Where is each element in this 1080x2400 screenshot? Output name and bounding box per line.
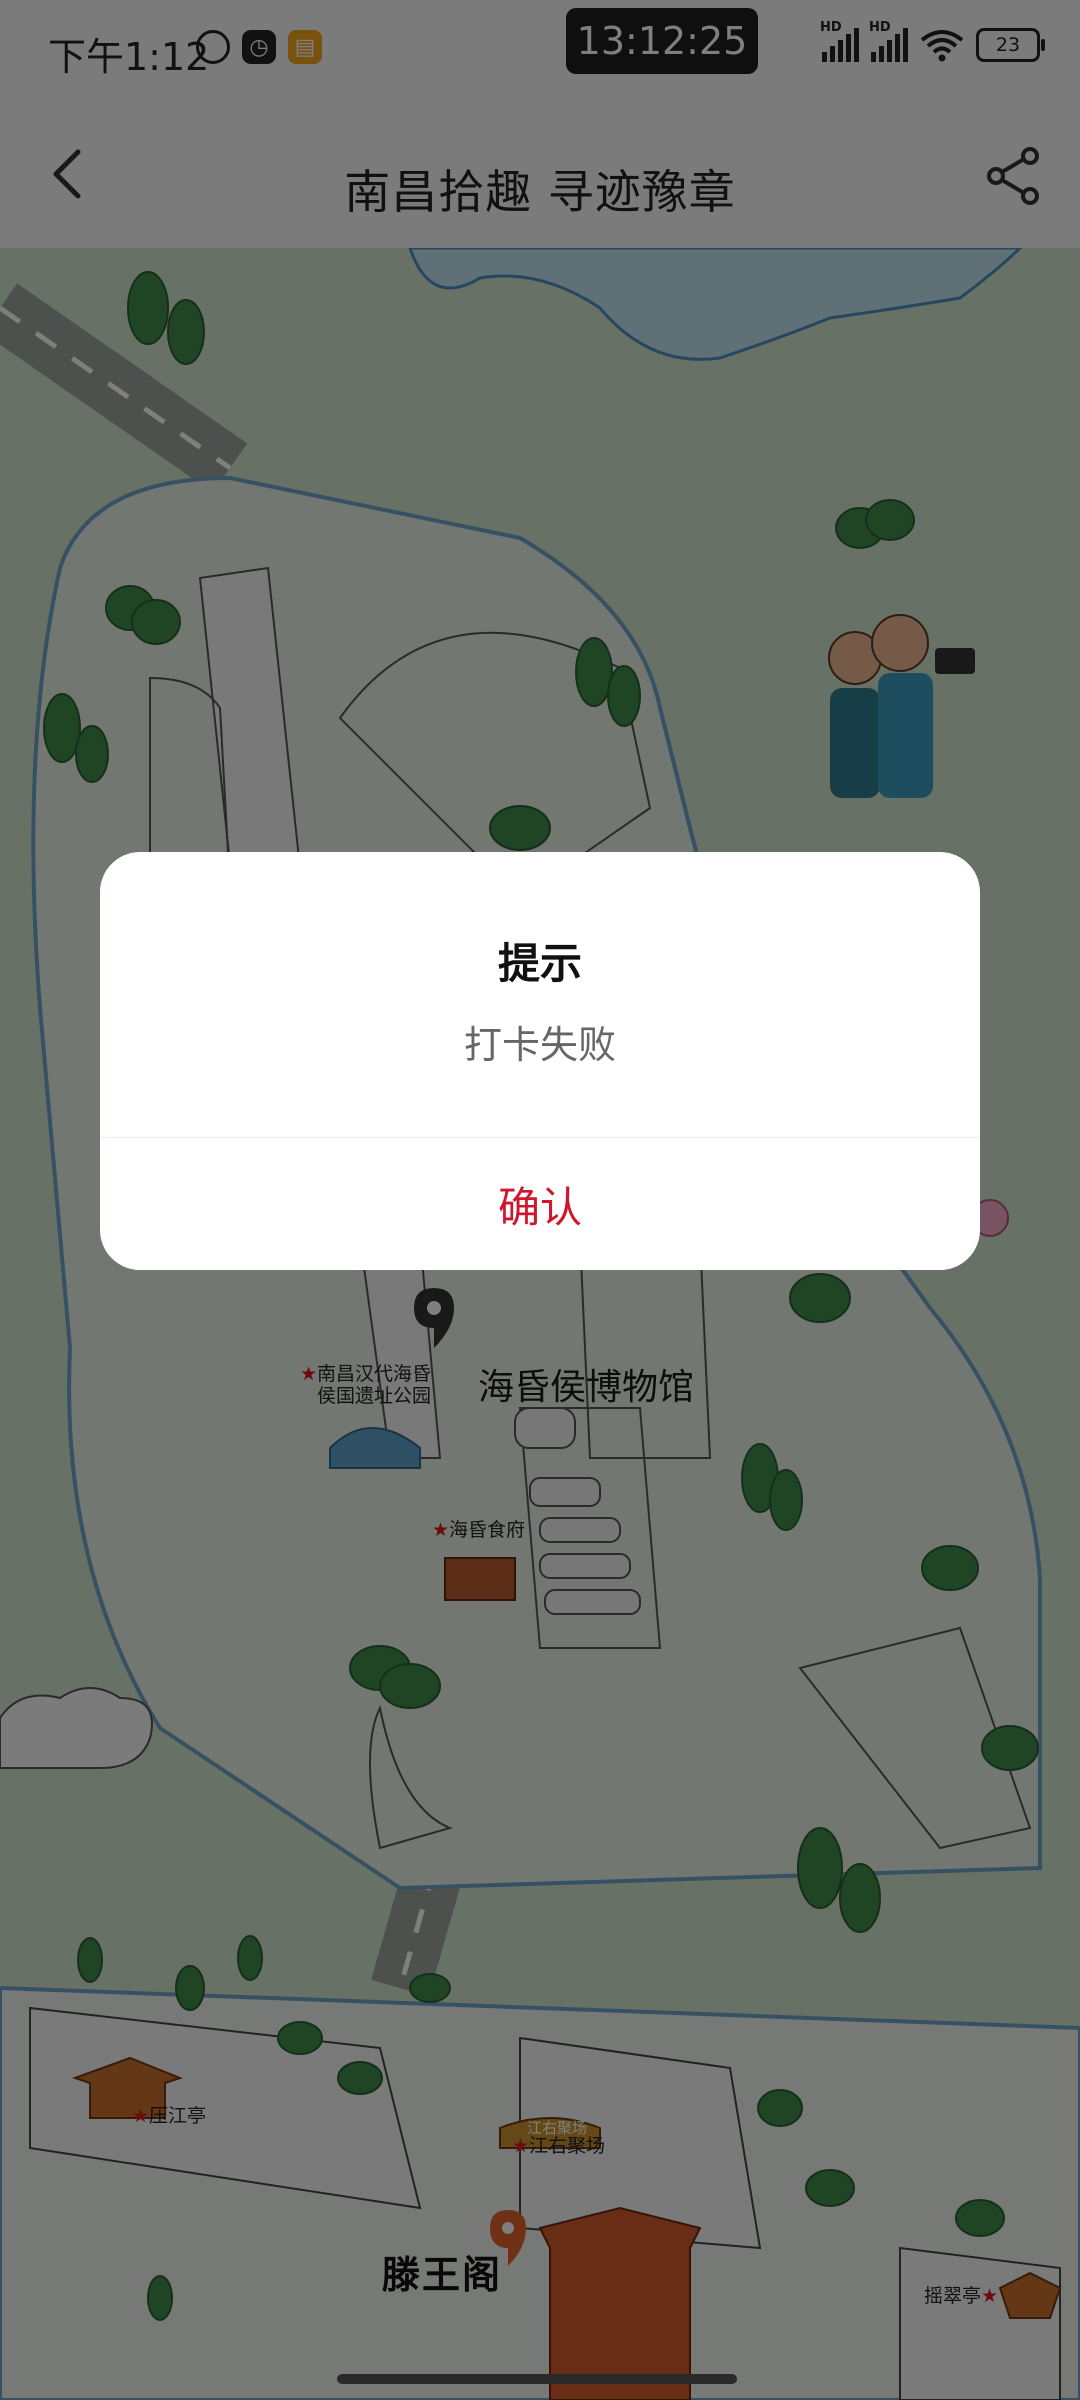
dialog-message: 打卡失败 xyxy=(463,1023,616,1067)
system-nav-bar xyxy=(0,2352,1080,2400)
dialog-title: 提示 xyxy=(497,939,582,988)
home-indicator[interactable] xyxy=(337,2374,737,2384)
confirm-button[interactable]: 确认 xyxy=(100,1138,980,1270)
alert-dialog: 提示 打卡失败 确认 xyxy=(100,852,980,1270)
